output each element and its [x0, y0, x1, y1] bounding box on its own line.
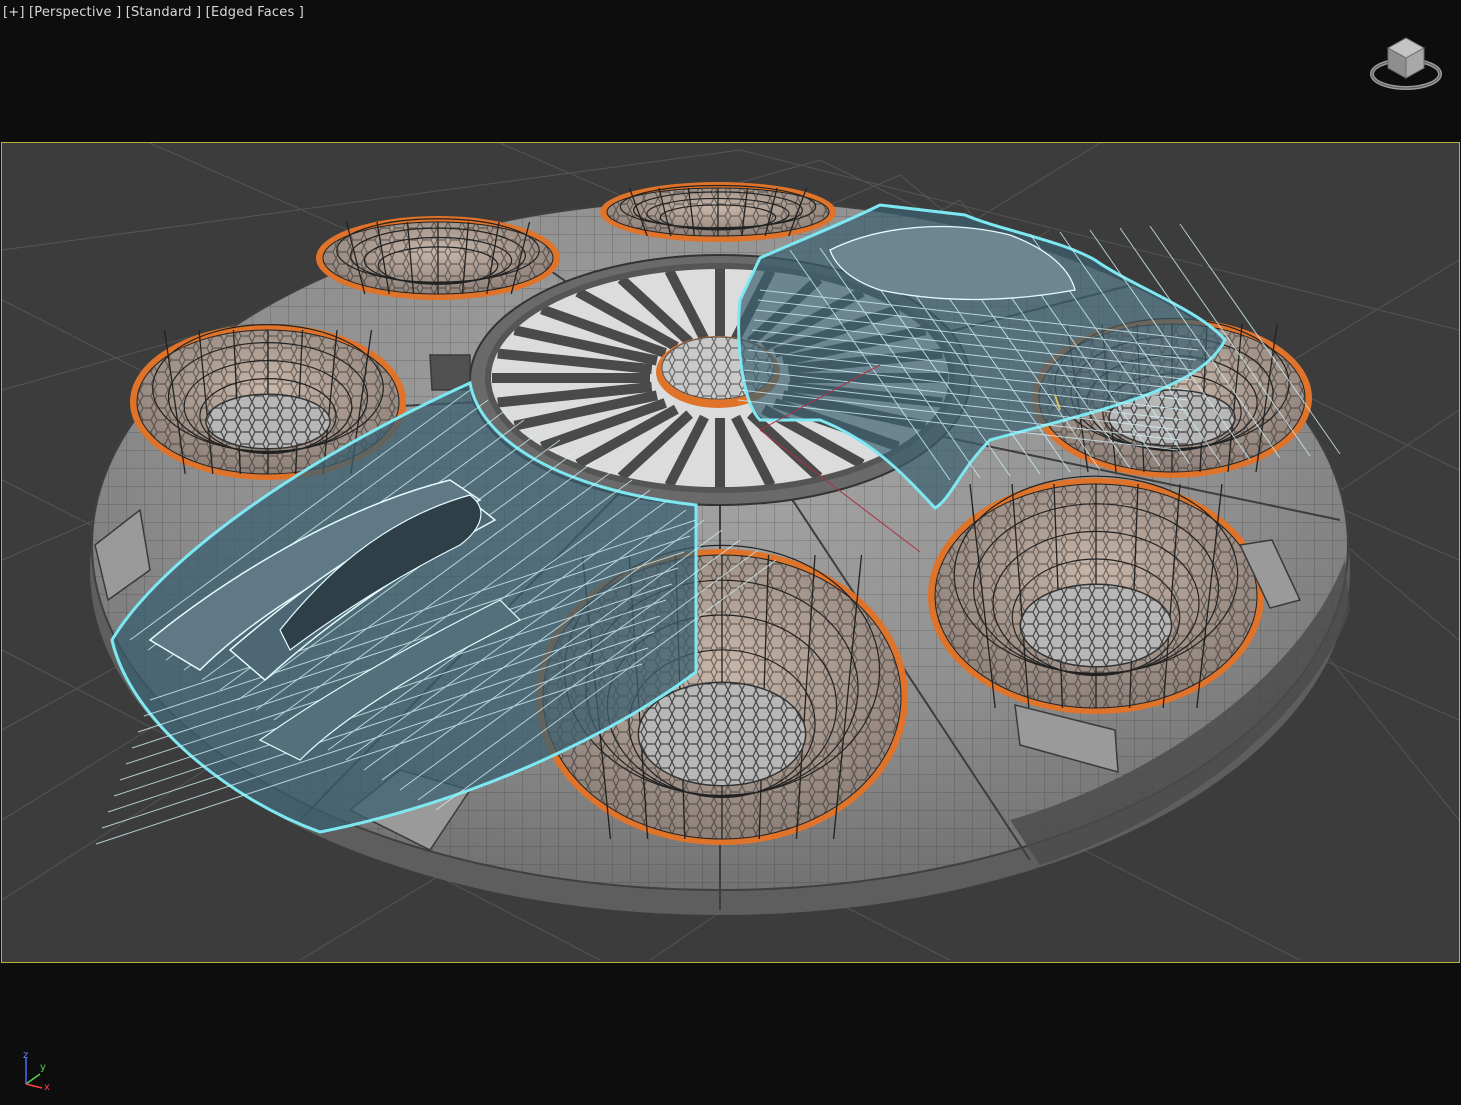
scene-render	[2, 143, 1459, 962]
axis-x-label: x	[44, 1082, 50, 1092]
dome-1	[316, 216, 560, 300]
perspective-viewport[interactable]: [+] [Perspective ] [Standard ] [Edged Fa…	[0, 0, 1461, 1105]
dome-2	[600, 182, 836, 242]
axis-z-label: z	[23, 1050, 28, 1061]
axis-tripod-icon: z y x	[23, 1050, 50, 1092]
viewcube-icon[interactable]	[1368, 30, 1444, 94]
dome-5	[928, 475, 1264, 714]
axis-y-label: y	[40, 1062, 46, 1073]
